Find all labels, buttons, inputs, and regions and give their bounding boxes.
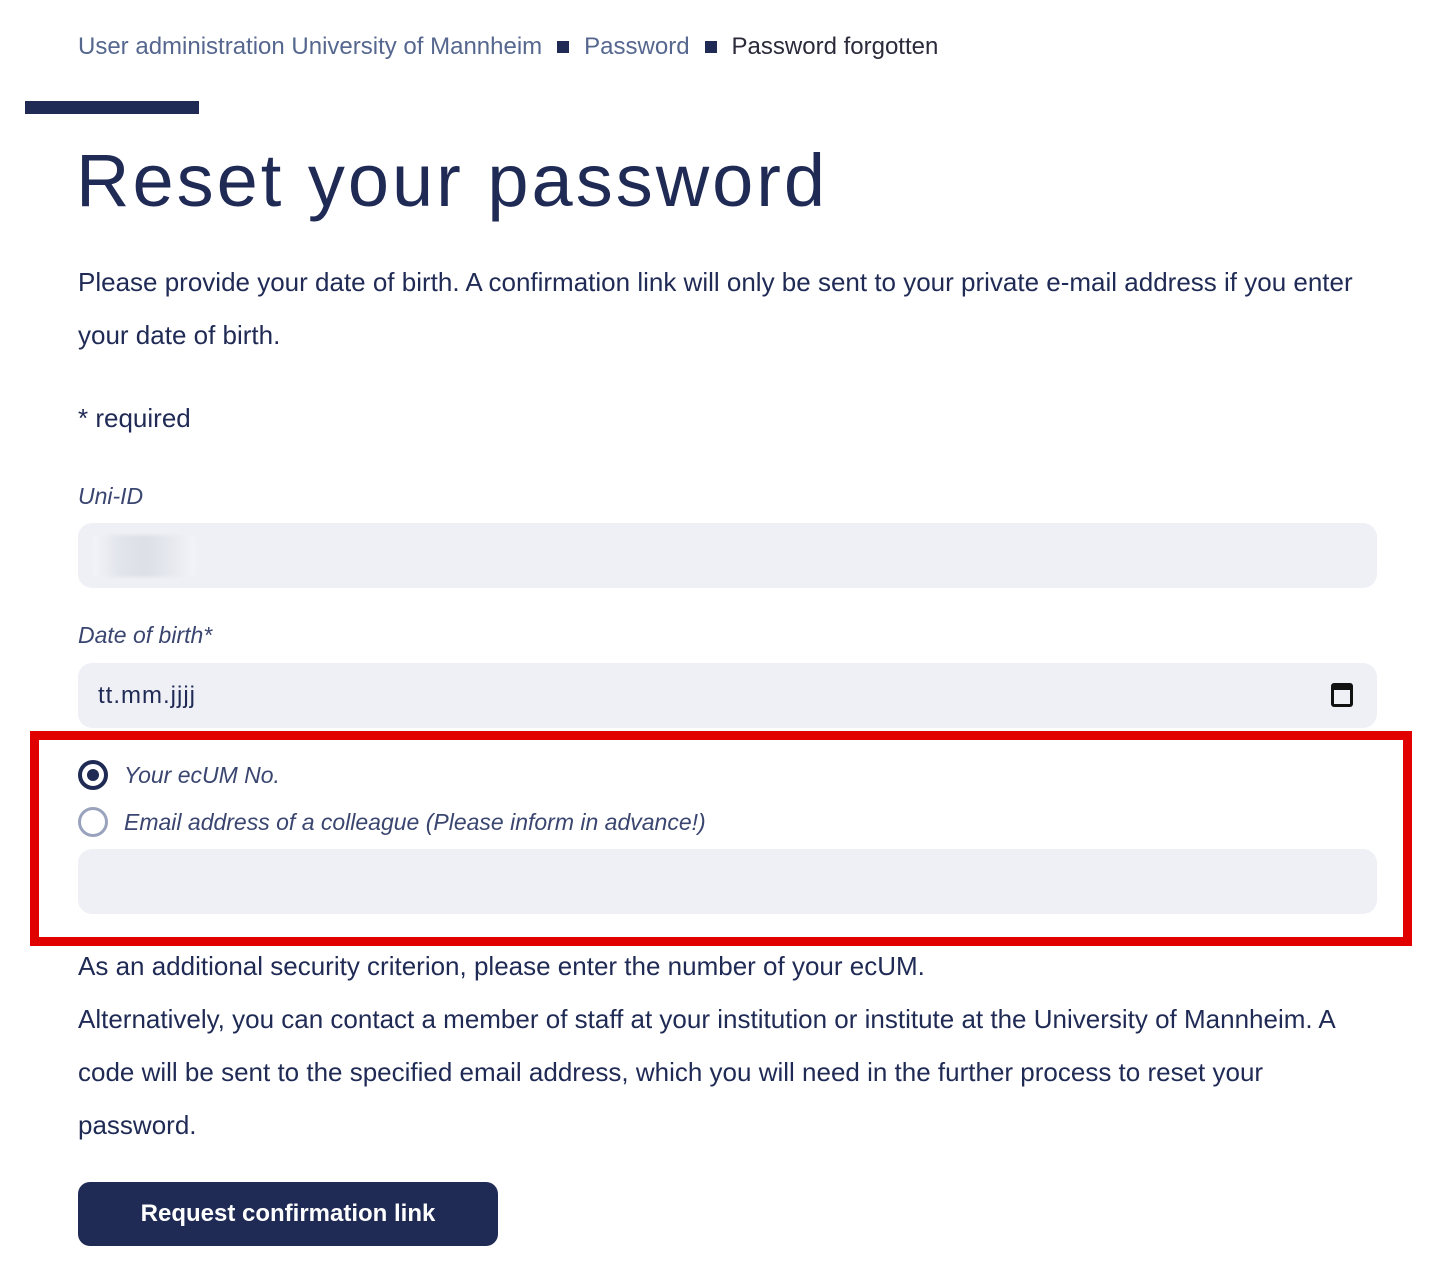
security-explanation: As an additional security criterion, ple… [78,940,1388,1152]
breadcrumb-separator [704,41,717,53]
verification-input[interactable] [78,849,1377,914]
security-text-line-2: Alternatively, you can contact a member … [78,1004,1335,1140]
date-of-birth-input[interactable]: tt.mm.jjjj [78,663,1377,728]
intro-text: Please provide your date of birth. A con… [78,267,1353,350]
radio-option-colleague-email[interactable]: Email address of a colleague (Please inf… [78,806,706,838]
breadcrumb-separator [557,41,570,53]
uni-id-label: Uni-ID [78,483,144,509]
page-title: Reset your password [76,139,829,222]
radio-option-ecum-number[interactable]: Your ecUM No. [78,759,280,791]
date-of-birth-placeholder: tt.mm.jjjj [98,681,196,709]
date-of-birth-label: Date of birth* [78,622,213,648]
calendar-icon[interactable] [1331,683,1353,707]
uni-id-field[interactable] [78,523,1377,588]
radio-unchecked-icon[interactable] [78,807,108,837]
breadcrumb-user-administration[interactable]: User administration University of Mannhe… [78,33,542,61]
uni-id-blurred-value [93,535,196,577]
request-confirmation-link-button[interactable]: Request confirmation link [78,1182,498,1246]
radio-option-colleague-email-label: Email address of a colleague (Please inf… [124,808,706,835]
breadcrumb-password[interactable]: Password [584,33,689,61]
security-text-line-1: As an additional security criterion, ple… [78,951,925,981]
breadcrumb: User administration University of Mannhe… [78,30,938,64]
required-note: * required [78,403,191,433]
radio-checked-icon[interactable] [78,760,108,790]
radio-option-ecum-number-label: Your ecUM No. [124,761,280,788]
breadcrumb-current: Password forgotten [731,33,939,60]
title-accent-bar [25,101,199,114]
